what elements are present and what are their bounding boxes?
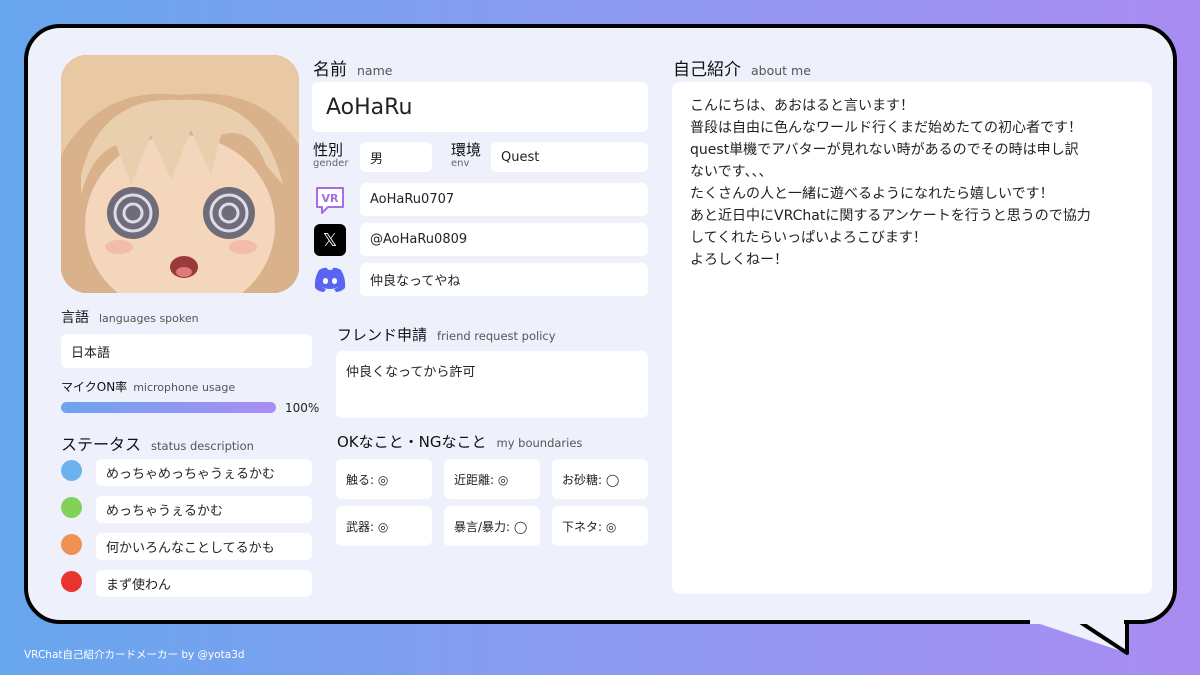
status-dot-red	[61, 571, 82, 592]
about-heading: 自己紹介 about me	[673, 60, 811, 80]
boundary-item: お砂糖: ◯	[552, 459, 648, 499]
avatar-illustration	[61, 55, 299, 293]
boundary-item: 暴言/暴力: ◯	[444, 506, 540, 546]
gender-field: 男	[360, 142, 432, 172]
status-item-text: めっちゃめっちゃうぇるかむ	[96, 459, 312, 486]
status-dot-blue	[61, 460, 82, 481]
about-line: たくさんの人と一緒に遊べるようになれたら嬉しいです！	[690, 186, 1054, 202]
boundaries-heading: OKなこと・NGなこと my boundaries	[337, 433, 583, 451]
about-line: こんにちは、あおはると言います！	[690, 98, 914, 114]
env-label: 環境 env	[451, 141, 482, 169]
boundary-item: 武器: ◎	[336, 506, 432, 546]
microphone-heading: マイクON率 microphone usage	[61, 380, 236, 394]
x-handle-field: @AoHaRu0809	[360, 223, 648, 256]
env-field: Quest	[491, 142, 648, 172]
status-dot-orange	[61, 534, 82, 555]
boundary-item: 近距離: ◎	[444, 459, 540, 499]
about-line: よろしくねー！	[690, 252, 788, 268]
discord-field: 仲良なってやね	[360, 263, 648, 296]
languages-field: 日本語	[61, 334, 312, 368]
gender-label: 性別 gender	[313, 141, 349, 169]
friend-policy-field: 仲良くなってから許可	[336, 351, 648, 418]
languages-heading: 言語 languages spoken	[61, 310, 199, 326]
microphone-progress-bar	[61, 402, 276, 413]
discord-logo-icon	[312, 262, 348, 298]
microphone-progress-fill	[61, 402, 276, 413]
status-heading: ステータス status description	[61, 435, 254, 454]
status-item-text: まず使わん	[96, 570, 312, 597]
footer-credit: VRChat自己紹介カードメーカー by @yota3d	[24, 649, 245, 661]
about-line: あと近日中にVRChatに関するアンケートを行うと思うので協力	[690, 208, 1091, 224]
status-item-text: 何かいろんなことしてるかも	[96, 533, 312, 560]
svg-text:VR: VR	[322, 192, 340, 205]
name-field: AoHaRu	[312, 82, 648, 132]
x-logo-icon: 𝕏	[312, 222, 348, 258]
boundary-item: 触る: ◎	[336, 459, 432, 499]
status-item-text: めっちゃうぇるかむ	[96, 496, 312, 523]
about-line: してくれたらいっぱいよろこびます！	[690, 230, 927, 246]
boundary-item: 下ネタ: ◎	[552, 506, 648, 546]
microphone-percent: 100%	[285, 401, 320, 415]
about-text-box: こんにちは、あおはると言います！ 普段は自由に色んなワールド行くまだ始めたての初…	[672, 82, 1152, 594]
friend-heading: フレンド申請 friend request policy	[337, 326, 556, 344]
name-heading: 名前 name	[313, 60, 393, 80]
status-dot-green	[61, 497, 82, 518]
about-line: 普段は自由に色んなワールド行くまだ始めたての初心者です！	[690, 120, 1082, 136]
avatar-image	[61, 55, 299, 293]
vrchat-id-field: AoHaRu0707	[360, 183, 648, 216]
vrchat-logo-icon: VR	[312, 182, 348, 218]
about-line: quest単機でアバターが見れない時があるのでその時は申し訳	[690, 142, 1079, 158]
about-line: ないです、、、	[690, 164, 773, 180]
